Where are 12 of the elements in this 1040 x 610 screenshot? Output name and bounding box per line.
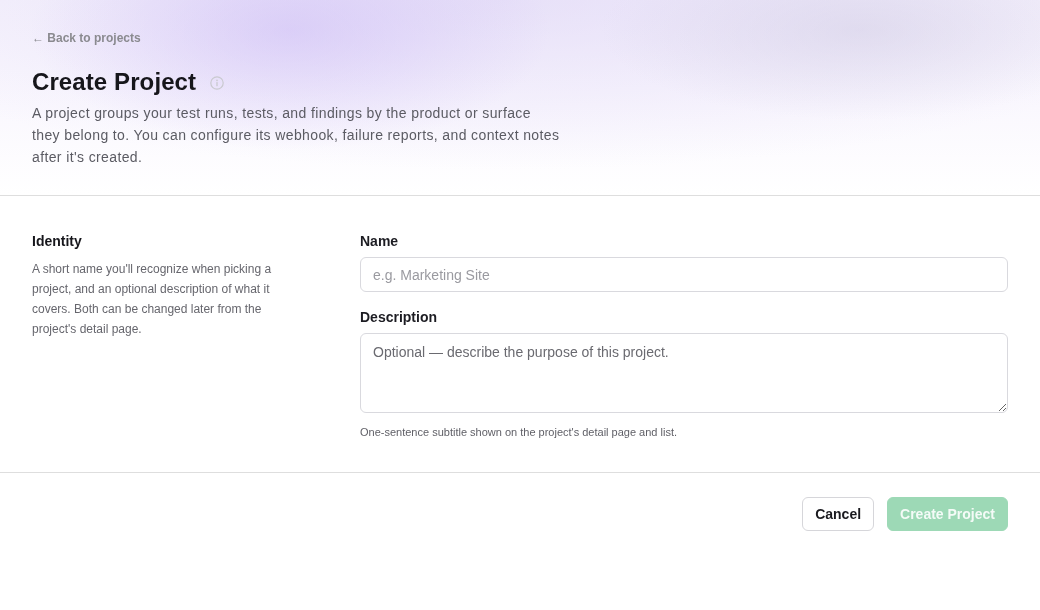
info-icon[interactable]	[210, 75, 225, 90]
field-label: Description	[360, 308, 437, 326]
field-hint: One-sentence subtitle shown on the project's detail page and list.	[360, 425, 678, 439]
cancel-button[interactable]: Cancel	[802, 497, 875, 531]
description-text-area[interactable]: Optional — describe the purpose of this project.	[360, 333, 1008, 413]
page-title: Create Project	[32, 67, 197, 97]
section-title: Identity	[32, 232, 82, 250]
section-description: A short name you'll recognize when picking a project, and an optional description of what it covers. Both can be changed later from the project's detail page.	[32, 261, 273, 338]
name-input-field[interactable]: e.g. Marketing Site	[360, 257, 1008, 292]
back-link[interactable]: ← Back to projects	[32, 30, 141, 46]
field-label: Name	[360, 232, 399, 250]
page-description: A project groups your test runs, tests, and findings by the product or surface they belong to. You can configure its webhook, failure reports, and context notes after it's created.	[32, 104, 561, 167]
